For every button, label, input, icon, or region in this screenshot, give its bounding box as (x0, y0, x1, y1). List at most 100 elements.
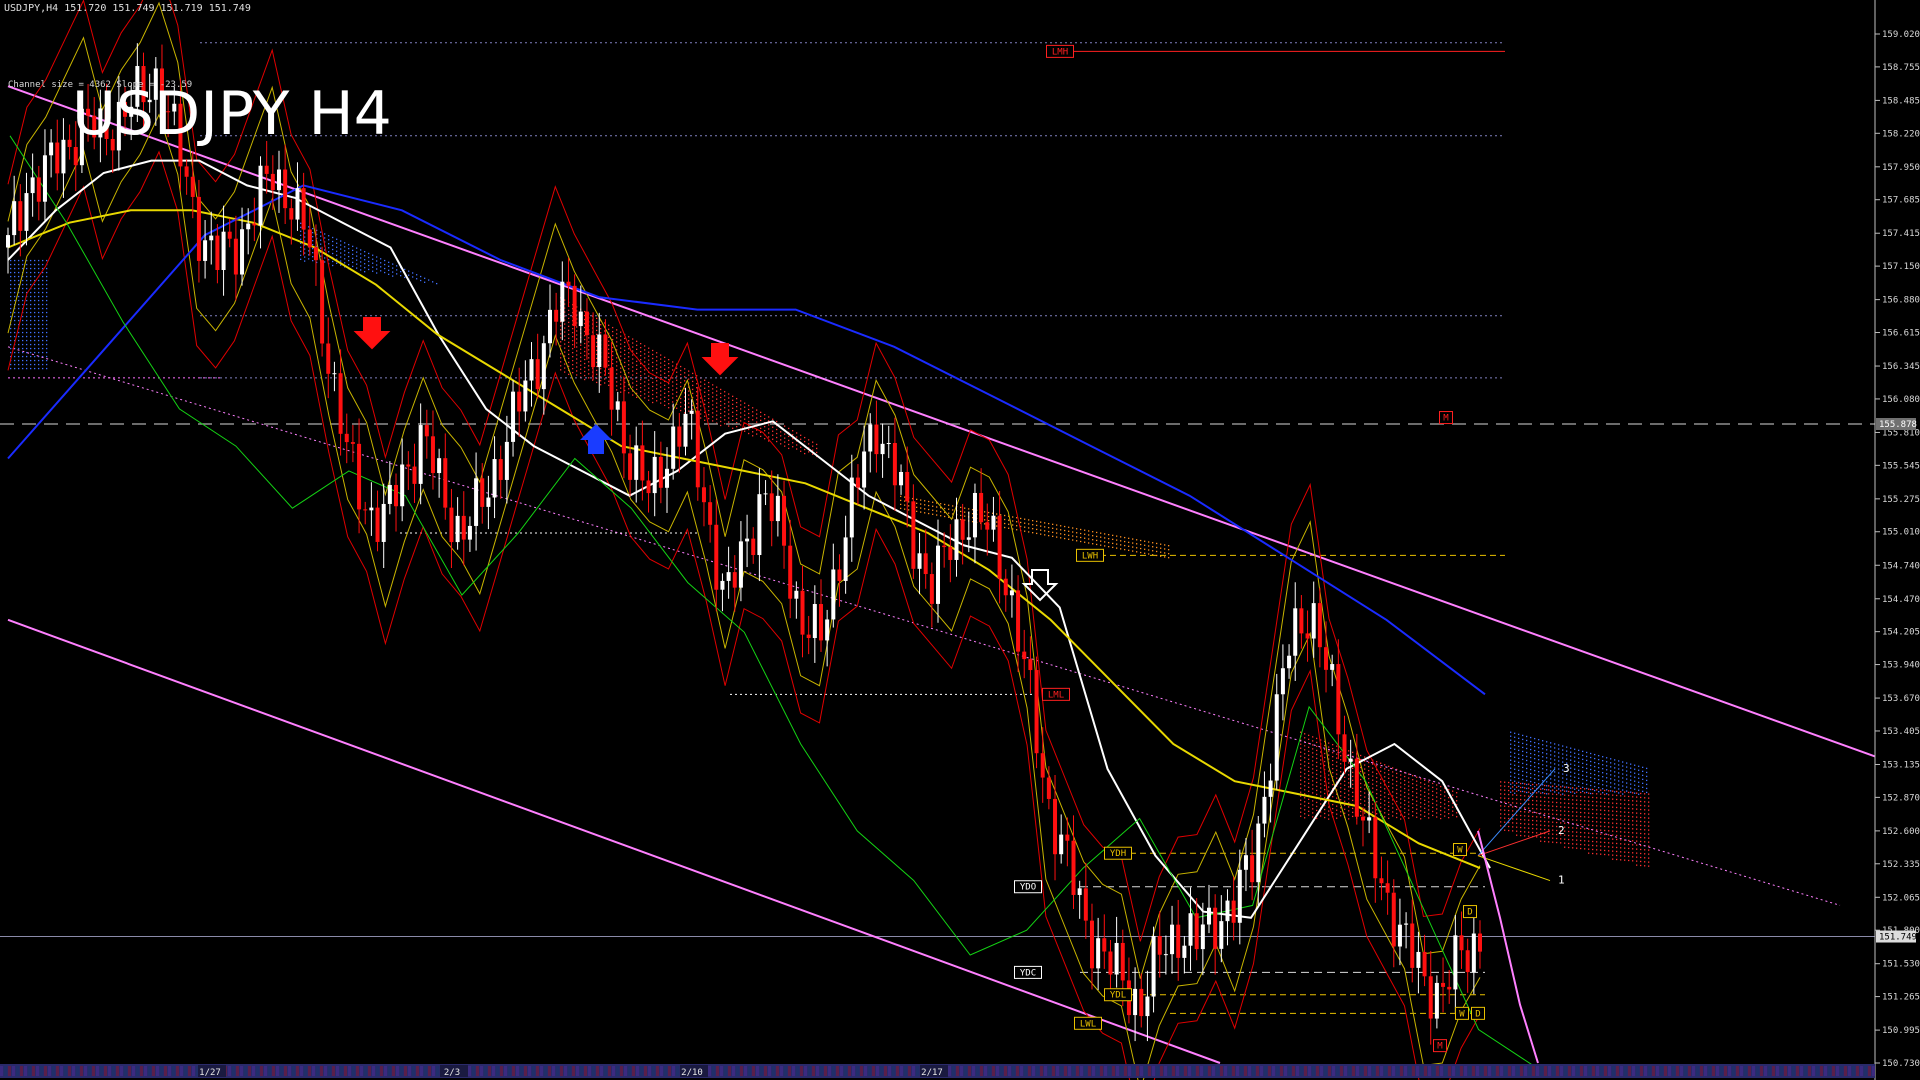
cloud-dot (1630, 787, 1632, 789)
cloud-dot (404, 268, 406, 271)
cloud-dot (388, 269, 390, 271)
time-strip-cell (1680, 1066, 1683, 1076)
time-strip-cell (560, 1066, 563, 1076)
cloud-dot (1640, 832, 1642, 835)
candle-body (905, 471, 910, 502)
cloud-dot (1556, 793, 1558, 796)
time-strip-cell (752, 1066, 755, 1076)
cloud-dot (1408, 789, 1410, 791)
time-strip-cell (896, 1066, 899, 1076)
cloud-dot (320, 247, 322, 249)
time-strip-cell (104, 1066, 107, 1076)
cloud-dot (1576, 823, 1578, 825)
cloud-dot (42, 351, 44, 354)
cloud-dot (30, 307, 32, 310)
cloud-dot (300, 254, 302, 256)
time-strip-cell (1524, 1066, 1527, 1076)
cloud-dot (1016, 525, 1018, 527)
cloud-dot (1620, 835, 1622, 837)
candle-body (1040, 753, 1045, 778)
cloud-dot (1368, 765, 1370, 768)
cloud-dot (1580, 791, 1582, 794)
cloud-dot (1540, 796, 1542, 798)
cloud-dot (1440, 817, 1442, 820)
cloud-dot (1516, 794, 1518, 796)
cloud-dot (1626, 762, 1628, 764)
cloud-dot (580, 360, 582, 362)
time-strip-cell (1788, 1066, 1791, 1076)
cloud-dot (1340, 787, 1342, 789)
cloud-dot (1536, 836, 1538, 838)
cloud-dot (1040, 525, 1042, 527)
time-strip-cell (972, 1066, 975, 1076)
cloud-dot (332, 264, 334, 267)
cloud-dot (1646, 775, 1648, 778)
cloud-dot (1568, 810, 1570, 813)
cloud-dot (1596, 825, 1598, 827)
cloud-dot (300, 230, 302, 232)
time-strip-cell (188, 1066, 191, 1076)
time-strip-cell (1380, 1066, 1383, 1076)
cloud-dot (584, 342, 586, 345)
time-strip-cell (1036, 1066, 1039, 1076)
cloud-dot (1596, 789, 1598, 791)
cloud-dot (1510, 783, 1512, 785)
cloud-dot (1376, 773, 1378, 775)
time-strip-cell (128, 1066, 131, 1076)
cloud-dot (748, 404, 750, 407)
price-chart[interactable]: LMHMLWHLMLYDHYDOYDCYDLLWLWDW DM 321 159.0… (0, 0, 1920, 1080)
time-strip-cell (964, 1066, 967, 1076)
cloud-dot (1540, 816, 1542, 818)
cloud-dot (804, 440, 806, 443)
cloud-dot (46, 359, 48, 362)
cloud-dot (1584, 832, 1586, 834)
cloud-dot (584, 354, 586, 357)
cloud-dot (1576, 787, 1578, 789)
cloud-dot (1550, 762, 1552, 764)
candle-body (732, 572, 737, 588)
cloud-dot (1440, 785, 1442, 788)
cloud-dot (1582, 766, 1584, 769)
cloud-dot (1516, 834, 1518, 836)
cloud-dot (576, 358, 578, 360)
cloud-dot (18, 311, 20, 314)
cloud-dot (1644, 829, 1646, 831)
cloud-dot (1144, 544, 1146, 546)
cloud-dot (568, 361, 570, 364)
candle-body (1028, 659, 1033, 671)
cloud-dot (1400, 806, 1402, 808)
chart-background (0, 0, 1920, 1080)
time-strip-cell (588, 1066, 591, 1076)
cloud-dot (38, 335, 40, 338)
cloud-dot (1594, 789, 1596, 792)
time-strip-cell (1808, 1066, 1811, 1076)
cloud-dot (1032, 532, 1034, 534)
cloud-dot (1626, 786, 1628, 788)
cloud-dot (1598, 786, 1600, 789)
cloud-dot (10, 283, 12, 286)
cloud-dot (1308, 758, 1310, 760)
cloud-dot (312, 235, 314, 238)
cloud-dot (1550, 742, 1552, 744)
cloud-dot (1518, 773, 1520, 776)
cloud-dot (1380, 798, 1382, 800)
candle-body (603, 334, 608, 368)
cloud-dot (1622, 789, 1624, 791)
cloud-dot (1648, 861, 1650, 863)
cloud-dot (368, 256, 370, 259)
cloud-dot (412, 272, 414, 274)
cloud-dot (10, 259, 12, 262)
time-strip-cell (160, 1066, 163, 1076)
cloud-dot (38, 311, 40, 314)
cloud-dot (1396, 788, 1398, 791)
cloud-dot (1332, 771, 1334, 774)
cloud-dot (1456, 800, 1458, 802)
cloud-dot (708, 417, 710, 420)
cloud-dot (1428, 789, 1430, 791)
cloud-dot (568, 345, 570, 348)
cloud-dot (616, 381, 618, 383)
cloud-dot (660, 362, 662, 364)
cloud-dot (568, 357, 570, 360)
cloud-dot (632, 370, 634, 372)
time-strip-cell (380, 1066, 383, 1076)
